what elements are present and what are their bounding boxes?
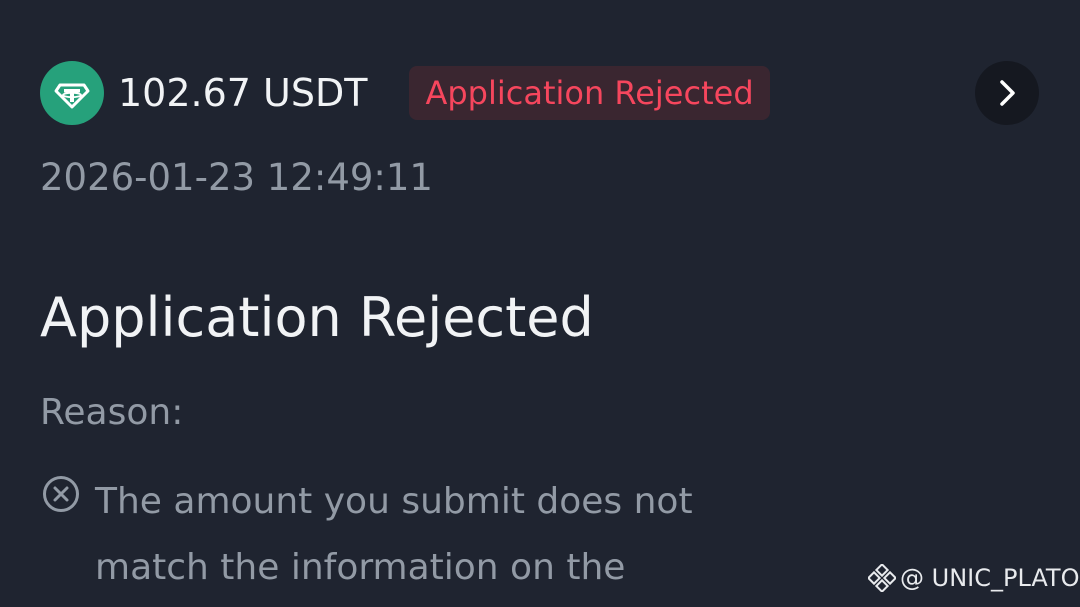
transaction-amount: 102.67 USDT bbox=[118, 71, 368, 115]
transaction-timestamp: 2026-01-23 12:49:11 bbox=[40, 156, 433, 199]
watermark: @ UNIC_PLATO bbox=[868, 564, 1079, 592]
reason-item: The amount you submit does not match the… bbox=[42, 472, 755, 601]
tether-icon bbox=[40, 61, 104, 125]
reason-text: The amount you submit does not match the… bbox=[95, 481, 693, 588]
transaction-header: 102.67 USDT Application Rejected bbox=[40, 60, 770, 126]
rejection-title: Application Rejected bbox=[40, 286, 594, 349]
reason-label: Reason: bbox=[40, 392, 184, 433]
binance-logo-icon bbox=[868, 564, 896, 592]
watermark-handle: @ UNIC_PLATO bbox=[900, 564, 1080, 592]
status-badge: Application Rejected bbox=[409, 66, 770, 120]
close-circle-icon bbox=[43, 476, 79, 512]
chevron-right-icon bbox=[1000, 80, 1015, 106]
details-button[interactable] bbox=[975, 61, 1039, 125]
